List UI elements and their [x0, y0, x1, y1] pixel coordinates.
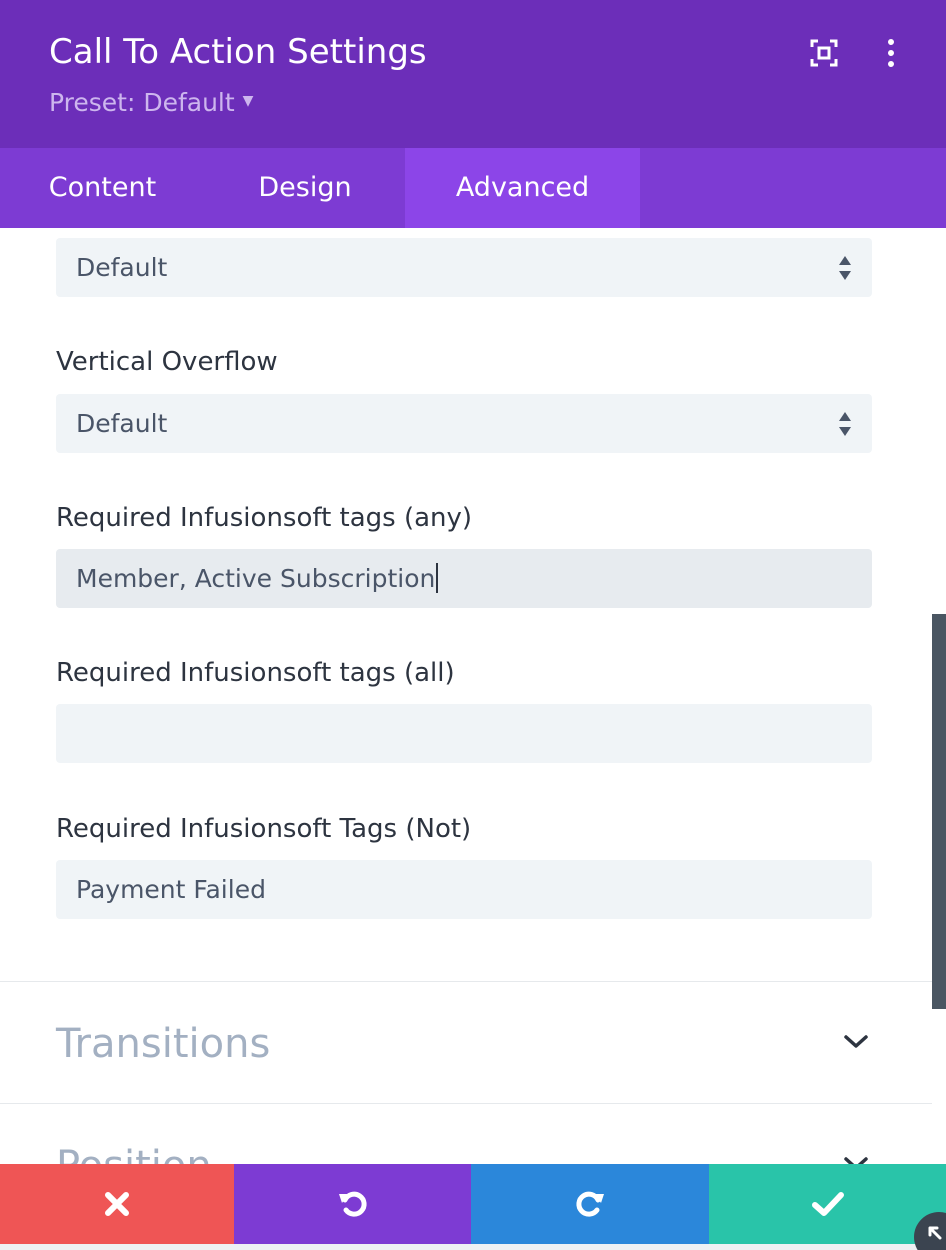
tab-bar: Content Design Advanced	[0, 148, 946, 228]
preset-dropdown[interactable]: Preset: Default ▼	[49, 87, 253, 120]
undo-button[interactable]	[234, 1164, 471, 1244]
more-vertical-icon[interactable]	[874, 36, 908, 70]
preset-label: Preset: Default	[49, 88, 235, 117]
settings-panel: Call To Action Settings Preset: Default ▼…	[0, 0, 946, 1250]
footer-strip	[0, 1244, 946, 1250]
resize-arrow-icon	[928, 1226, 942, 1240]
select-arrows-icon	[839, 412, 851, 436]
section-position[interactable]: Position	[0, 1103, 932, 1164]
caret-down-icon: ▼	[242, 93, 254, 109]
redo-icon	[576, 1191, 604, 1217]
tags-any-label: Required Infusionsoft tags (any)	[56, 503, 473, 533]
text-cursor	[436, 563, 439, 593]
panel-title: Call To Action Settings	[49, 32, 427, 72]
section-title-transitions: Transitions	[56, 1021, 271, 1067]
overflow-select-value: Default	[76, 253, 168, 282]
section-transitions[interactable]: Transitions	[0, 981, 932, 1102]
scrollbar[interactable]	[932, 614, 946, 1009]
undo-icon	[338, 1191, 367, 1217]
check-icon	[811, 1192, 844, 1216]
tags-any-input[interactable]: Member, Active Subscription	[56, 549, 872, 608]
chevron-down-icon	[844, 1157, 868, 1164]
chevron-down-icon	[844, 1035, 868, 1048]
overflow-select[interactable]: Default	[56, 238, 872, 297]
panel-header: Call To Action Settings Preset: Default ▼	[0, 0, 946, 148]
tags-not-label: Required Infusionsoft Tags (Not)	[56, 814, 472, 844]
redo-button[interactable]	[471, 1164, 709, 1244]
select-arrows-icon	[839, 256, 851, 280]
tags-all-label: Required Infusionsoft tags (all)	[56, 658, 455, 688]
tab-design[interactable]: Design	[205, 148, 405, 228]
fullscreen-icon[interactable]	[807, 36, 841, 70]
tags-any-value: Member, Active Subscription	[76, 564, 436, 593]
tags-all-input[interactable]	[56, 704, 872, 763]
tab-advanced[interactable]: Advanced	[405, 148, 640, 228]
save-button[interactable]	[709, 1164, 946, 1244]
tags-any-value-wrap: Member, Active Subscription	[76, 549, 439, 608]
close-icon	[105, 1192, 129, 1216]
settings-body: Default Vertical Overflow Default Requir…	[0, 228, 932, 1164]
tags-not-value: Payment Failed	[76, 875, 266, 904]
vertical-overflow-value: Default	[76, 409, 168, 438]
section-title-position: Position	[56, 1142, 212, 1164]
close-button[interactable]	[0, 1164, 234, 1244]
vertical-overflow-select[interactable]: Default	[56, 394, 872, 453]
tab-content[interactable]: Content	[0, 148, 205, 228]
vertical-overflow-label: Vertical Overflow	[56, 347, 278, 377]
footer-toolbar	[0, 1164, 946, 1250]
tags-not-input[interactable]: Payment Failed	[56, 860, 872, 919]
